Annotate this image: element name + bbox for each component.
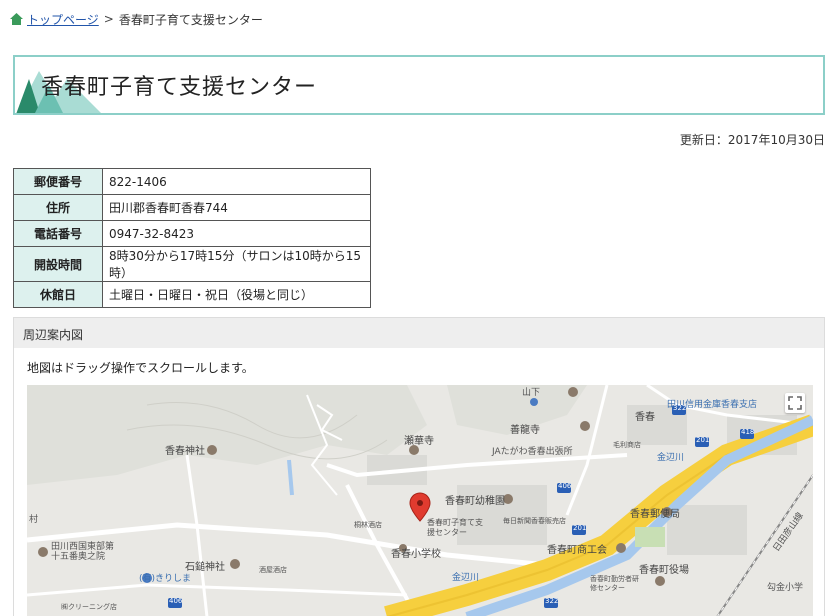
route-number: 322 (545, 597, 559, 605)
map-label: 山下 (522, 388, 541, 398)
route-number: 406 (558, 482, 572, 490)
map-label: 金辺川 (657, 453, 685, 463)
map-label: 瀬華寺 (404, 436, 434, 447)
map-label: 香春町勤労者研修センター (590, 575, 639, 592)
map-label: 酒屋酒店 (259, 566, 287, 574)
map-label: 香春町幼稚園 (445, 496, 505, 507)
route-number: 322 (673, 404, 687, 412)
map-label: (有)きりしま (139, 574, 192, 584)
location-pin-icon (409, 492, 431, 522)
row-label: 電話番号 (13, 220, 103, 247)
breadcrumb-home-link[interactable]: トップページ (27, 11, 99, 28)
page-title: 香春町子育て支援センター (41, 75, 318, 100)
map-label: 村 (29, 515, 39, 525)
fullscreen-button[interactable] (785, 393, 805, 413)
row-label: 休館日 (13, 281, 103, 308)
map-label: 香春神社 (165, 446, 205, 457)
table-row: 郵便番号 822-1406 (13, 168, 371, 195)
map-panel-title: 周辺案内図 (23, 328, 84, 342)
info-table: 郵便番号 822-1406 住所 田川郡香春町香春744 電話番号 0947-3… (13, 168, 371, 308)
table-row: 開設時間 8時30分から17時15分（サロンは10時から15時） (13, 246, 371, 282)
map-label: 田川西国東部第十五番奥之院 (51, 542, 115, 562)
map-marker-label: 香春町子育て支援センター (427, 518, 483, 537)
map-label: 毎日新聞香春販売店 (503, 517, 566, 525)
row-label: 住所 (13, 194, 103, 221)
row-value: 822-1406 (102, 168, 371, 195)
route-number: 406 (169, 597, 183, 605)
row-value: 田川郡香春町香春744 (102, 194, 371, 221)
map-panel-body: 地図はドラッグ操作でスクロールします。 香春神社 瀬華寺 善龍寺 山下 JAたが… (14, 348, 824, 616)
route-number: 418 (741, 428, 755, 436)
map-label: 勾金小学 (767, 583, 804, 593)
map-label: 香春町役場 (639, 565, 689, 576)
map-label: ㈱クリーニング店 (61, 603, 117, 611)
map-view[interactable]: 香春神社 瀬華寺 善龍寺 山下 JAたがわ香春出張所 田川信用金庫香春支店 香春… (27, 385, 813, 616)
map-label: 金辺川 (452, 573, 480, 583)
row-value: 0947-32-8423 (102, 220, 371, 247)
route-number: 201 (696, 436, 710, 444)
table-row: 電話番号 0947-32-8423 (13, 220, 371, 247)
map-label: JAたがわ香春出張所 (492, 447, 573, 457)
page-title-box: 香春町子育て支援センター (13, 55, 825, 115)
breadcrumb: トップページ > 香春町子育て支援センター (10, 10, 263, 28)
map-note: 地図はドラッグ操作でスクロールします。 (27, 361, 254, 375)
map-label: 善龍寺 (510, 425, 540, 436)
fullscreen-icon (788, 396, 802, 410)
updated-date: 更新日：2017年10月30日 (679, 133, 825, 147)
map-label: 香春郵便局 (630, 509, 680, 520)
breadcrumb-current: 香春町子育て支援センター (118, 12, 263, 27)
row-value: 土曜日・日曜日・祝日（役場と同じ） (102, 281, 371, 308)
table-row: 住所 田川郡香春町香春744 (13, 194, 371, 221)
home-icon (10, 13, 23, 25)
route-number: 201 (573, 524, 587, 532)
row-value: 8時30分から17時15分（サロンは10時から15時） (102, 246, 371, 282)
row-label: 開設時間 (13, 246, 103, 282)
table-row: 休館日 土曜日・日曜日・祝日（役場と同じ） (13, 281, 371, 308)
breadcrumb-separator: > (103, 12, 114, 26)
map-label: 香春 (635, 412, 655, 423)
row-label: 郵便番号 (13, 168, 103, 195)
map-label: 香春町商工会 (547, 545, 607, 556)
map-label: 桐林酒店 (354, 521, 382, 529)
map-panel: 周辺案内図 地図はドラッグ操作でスクロールします。 香春神社 瀬華寺 善龍寺 山… (13, 317, 825, 616)
map-label: 香春小学校 (391, 549, 441, 560)
map-label: 毛利商店 (613, 441, 641, 449)
